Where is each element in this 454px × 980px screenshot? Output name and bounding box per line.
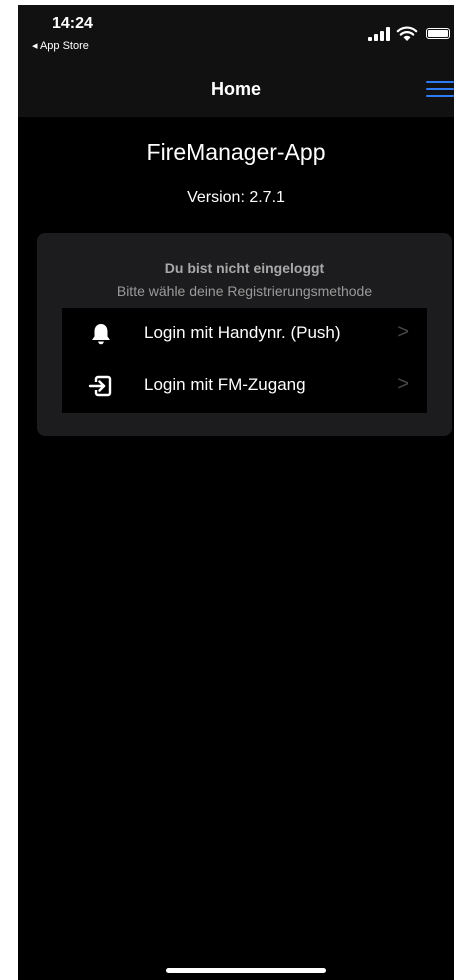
bell-icon [92, 324, 110, 345]
login-fm-access-label: Login mit FM-Zugang [144, 375, 306, 394]
back-to-app-store-link[interactable]: ◂ App Store [32, 39, 89, 52]
navigation-bar: Home [18, 60, 454, 117]
status-bar: 14:24 ◂ App Store [18, 5, 454, 60]
login-options-list: Login mit Handynr. (Push) > Login mit FM… [62, 308, 427, 413]
wifi-icon [396, 26, 418, 41]
nav-title: Home [210, 79, 261, 99]
login-card: Du bist nicht eingeloggt Bitte wähle dei… [37, 233, 452, 436]
login-push-label: Login mit Handynr. (Push) [144, 323, 341, 342]
login-fm-access-button[interactable]: Login mit FM-Zugang > [62, 360, 427, 412]
chevron-right-icon: > [397, 321, 409, 343]
login-card-subtitle: Bitte wähle deine Registrierungsmethode [116, 283, 373, 299]
status-icons [368, 26, 454, 41]
login-arrow-icon [88, 375, 112, 397]
login-push-button[interactable]: Login mit Handynr. (Push) > [62, 308, 427, 360]
status-time: 14:24 [52, 15, 93, 32]
hamburger-menu-icon[interactable] [426, 79, 454, 99]
signal-icon [368, 27, 392, 41]
app-title: FireManager-App [146, 139, 326, 165]
phone-screen: 14:24 ◂ App Store Home FireManager-App V… [18, 5, 454, 980]
chevron-right-icon: > [397, 373, 409, 395]
battery-icon [426, 28, 450, 39]
app-version: Version: 2.7.1 [187, 189, 285, 206]
home-indicator[interactable] [166, 968, 326, 973]
login-card-title: Du bist nicht eingeloggt [164, 260, 325, 276]
